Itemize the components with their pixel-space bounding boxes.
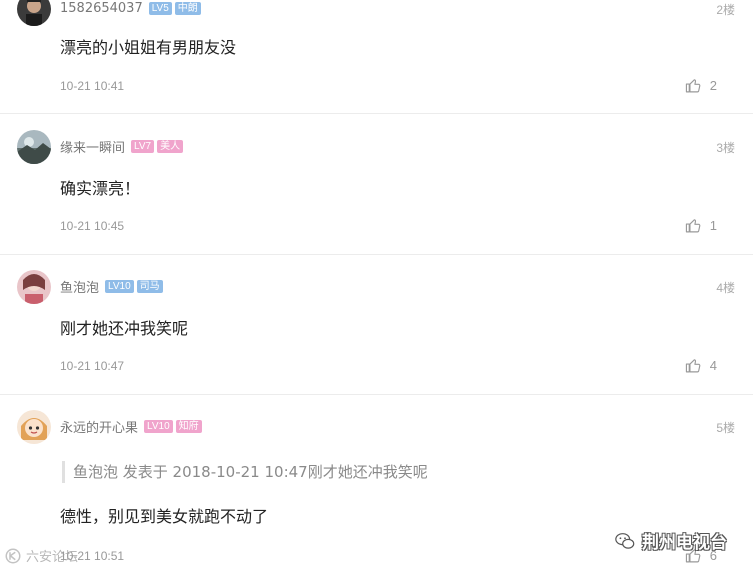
comment-text: 确实漂亮！: [60, 179, 141, 198]
level-badge: LV10: [144, 419, 173, 433]
avatar-pink-photo-icon: [17, 270, 51, 304]
title-badge: 司马: [136, 279, 163, 293]
like-count: 2: [709, 78, 717, 93]
level-badge: LV10: [105, 279, 134, 293]
like-count: 4: [709, 358, 717, 373]
thumbs-up-icon: [685, 79, 701, 93]
wechat-icon: [615, 532, 635, 549]
watermark-left-text: 六安论坛: [26, 550, 79, 565]
quoted-reply: 鱼泡泡 发表于 2018-10-21 10:47刚才她还冲我笑呢: [62, 461, 428, 483]
username[interactable]: 缘来一瞬间: [60, 137, 125, 156]
username[interactable]: 永远的开心果: [60, 417, 138, 436]
watermark-right: 荆州电视台: [614, 528, 727, 553]
level-badge: LV7: [131, 139, 155, 153]
avatar[interactable]: [17, 270, 51, 304]
comment-time: 10-21 10:47: [60, 359, 125, 373]
comment-text: 刚才她还冲我笑呢: [60, 319, 189, 338]
comment-header: 1582654037 LV5 中朗: [60, 0, 204, 18]
title-badge: 知府: [175, 419, 202, 433]
comment-text: 德性，别见到美女就跑不动了: [60, 507, 269, 526]
comment-item: 缘来一瞬间 LV7 美人 3楼 确实漂亮！ 10-21 10:45 1: [0, 114, 753, 255]
comment-time: 10-21 10:41: [60, 79, 125, 93]
watermark-right-text: 荆州电视台: [642, 533, 727, 553]
comment-item: 1582654037 LV5 中朗 2楼 漂亮的小姐姐有男朋友没 10-21 1…: [0, 0, 753, 114]
thumbs-up-icon: [685, 219, 701, 233]
thumbs-up-icon: [685, 359, 701, 373]
comment-header: 缘来一瞬间 LV7 美人: [60, 136, 186, 156]
username[interactable]: 鱼泡泡: [60, 277, 99, 296]
floor-number: 5楼: [716, 421, 735, 435]
avatar[interactable]: [17, 130, 51, 164]
avatar-landscape-photo-icon: [17, 130, 51, 164]
level-badge: LV5: [148, 1, 172, 15]
floor-number: 2楼: [716, 3, 735, 17]
username[interactable]: 1582654037: [60, 1, 143, 16]
avatar[interactable]: [17, 0, 51, 26]
title-badge: 美人: [157, 139, 184, 153]
avatar[interactable]: [17, 410, 51, 444]
comment-text: 漂亮的小姐姐有男朋友没: [60, 38, 237, 57]
comment-item: 鱼泡泡 LV10 司马 4楼 刚才她还冲我笑呢 10-21 10:47 4: [0, 255, 753, 395]
like-button[interactable]: 1: [685, 217, 717, 234]
like-button[interactable]: 2: [685, 77, 717, 94]
watermark-left: 六安论坛: [4, 546, 78, 565]
comment-time: 10-21 10:45: [60, 219, 125, 233]
floor-number: 4楼: [716, 281, 735, 295]
title-badge: 中朗: [174, 1, 201, 15]
avatar-cartoon-girl-icon: [17, 410, 51, 444]
avatar-man-photo-icon: [17, 0, 51, 26]
like-button[interactable]: 4: [685, 357, 717, 374]
floor-number: 3楼: [716, 141, 735, 155]
like-count: 1: [709, 218, 717, 233]
comment-header: 鱼泡泡 LV10 司马: [60, 276, 166, 296]
watermark-logo-icon: [5, 548, 21, 563]
comment-header: 永远的开心果 LV10 知府: [60, 416, 205, 436]
